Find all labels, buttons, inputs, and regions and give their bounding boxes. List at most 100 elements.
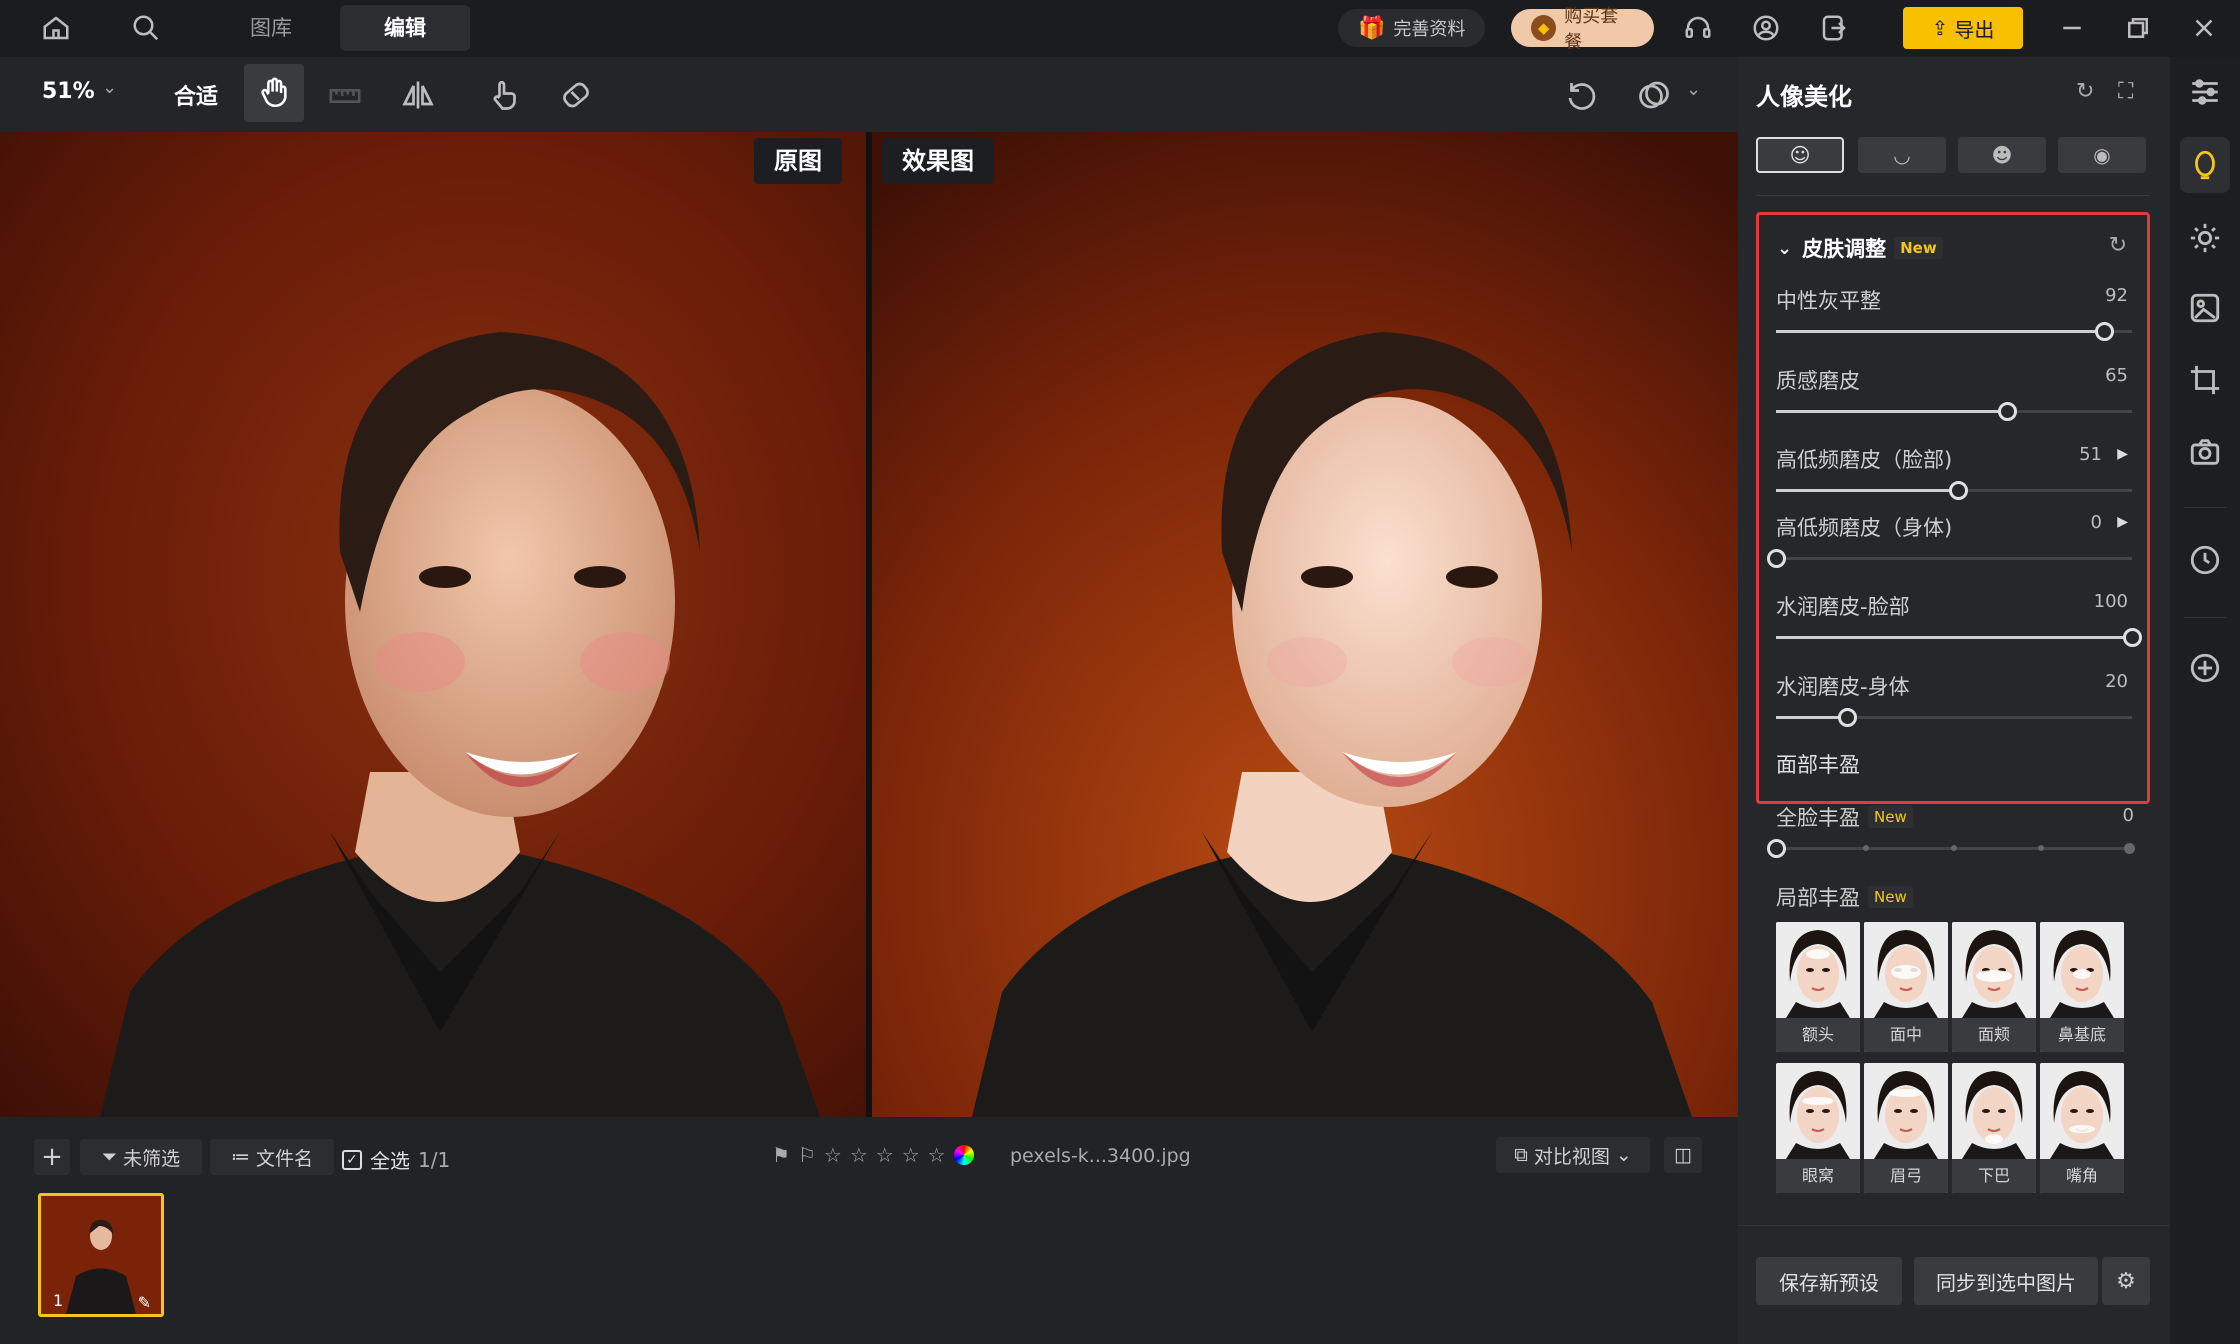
tab-edit[interactable]: 编辑 — [340, 5, 470, 51]
adjust-sliders-icon[interactable] — [2184, 71, 2226, 113]
select-all-checkbox[interactable]: ✓ 全选 1/1 — [342, 1145, 450, 1174]
search-icon[interactable] — [128, 10, 164, 46]
slider-track[interactable] — [1776, 628, 2142, 647]
restore-icon[interactable] — [2120, 10, 2156, 46]
tab-face-skin[interactable]: ☺ — [1756, 137, 1844, 173]
ruler-icon[interactable] — [328, 79, 362, 117]
full-face-fill-slider[interactable] — [1767, 839, 2135, 858]
local-fill-thumb[interactable]: 嘴角 — [2040, 1063, 2124, 1193]
settings-gear-icon[interactable]: ⚙ — [2102, 1257, 2150, 1305]
tab-library[interactable]: 图库 — [230, 5, 312, 51]
chevron-down-icon[interactable]: ⌄ — [102, 77, 117, 98]
tab-eyes[interactable]: ◉ — [2058, 137, 2146, 173]
split-divider[interactable] — [866, 132, 872, 1117]
fit-button[interactable]: 合适 — [174, 79, 218, 111]
eye-icon: ◉ — [2093, 143, 2111, 167]
flag-icon[interactable]: ⚑ — [772, 1143, 790, 1167]
star-icon[interactable]: ☆ — [902, 1143, 920, 1167]
logout-icon[interactable] — [1816, 10, 1852, 46]
local-fill-thumb[interactable]: 眉弓 — [1864, 1063, 1948, 1193]
chevron-down-icon: ⌄ — [1615, 1144, 1632, 1166]
slider-knob[interactable] — [1948, 481, 1968, 500]
slider-knob[interactable] — [2123, 628, 2142, 647]
star-icon[interactable]: ☆ — [876, 1143, 894, 1167]
slider-track[interactable] — [1776, 322, 2132, 341]
expand-arrow-icon[interactable]: ▶ — [2117, 446, 2128, 462]
portrait-icon[interactable] — [2180, 137, 2230, 193]
reset-icon[interactable]: ↻ — [2109, 233, 2127, 258]
slider-value[interactable]: 0 — [2091, 512, 2102, 533]
zoom-level[interactable]: 51% — [42, 79, 95, 104]
star-icon[interactable]: ☆ — [850, 1143, 868, 1167]
hand-tool-button[interactable] — [244, 64, 304, 122]
crop-icon[interactable] — [2184, 359, 2226, 401]
account-icon[interactable] — [1748, 10, 1784, 46]
slider-track[interactable] — [1776, 708, 2132, 727]
split-view-button[interactable]: ◫ — [1664, 1137, 1702, 1173]
buy-package-button[interactable]: ◆ 购买套餐 — [1511, 6, 1654, 53]
save-preset-button[interactable]: 保存新预设 — [1756, 1257, 1902, 1305]
slider-value[interactable]: 20 — [2105, 671, 2128, 692]
star-icon[interactable]: ☆ — [928, 1143, 946, 1167]
sun-icon[interactable] — [2184, 217, 2226, 259]
touch-icon[interactable] — [486, 77, 522, 117]
slider-track[interactable] — [1776, 481, 2132, 500]
reset-icon[interactable]: ↻ — [2076, 79, 2094, 104]
slider-knob[interactable] — [2094, 322, 2114, 341]
add-button[interactable]: + — [34, 1139, 70, 1175]
compare-view-dropdown[interactable]: ⧉ 对比视图 ⌄ — [1496, 1137, 1650, 1173]
chevron-down-icon[interactable]: ⌄ — [1686, 79, 1701, 100]
thumb-caption: 眼窝 — [1776, 1159, 1860, 1193]
local-fill-thumb[interactable]: 眼窝 — [1776, 1063, 1860, 1193]
slider-knob[interactable] — [1767, 839, 1786, 858]
slider-value[interactable]: 92 — [2105, 285, 2128, 306]
slider-knob[interactable] — [1767, 549, 1786, 568]
export-button[interactable]: ⇪ 导出 — [1903, 7, 2023, 49]
image-edit-icon[interactable] — [2184, 287, 2226, 329]
slider-value[interactable]: 100 — [2094, 591, 2128, 612]
minimize-icon[interactable] — [2054, 10, 2090, 46]
eraser-icon[interactable] — [558, 77, 594, 117]
add-circle-icon[interactable] — [2184, 647, 2226, 689]
face-scan-icon[interactable]: ⛶ — [2118, 79, 2133, 104]
local-fill-thumb[interactable]: 面中 — [1864, 922, 1948, 1052]
home-icon[interactable] — [38, 10, 74, 46]
tab-face-shape[interactable]: ☻ — [1958, 137, 2046, 173]
local-fill-thumb[interactable]: 额头 — [1776, 922, 1860, 1052]
thumb-caption: 面颊 — [1952, 1018, 2036, 1052]
sync-button[interactable]: 同步到选中图片 — [1914, 1257, 2098, 1305]
reject-flag-icon[interactable]: ⚐ — [798, 1143, 816, 1167]
local-fill-thumb[interactable]: 面颊 — [1952, 922, 2036, 1052]
slider-value[interactable]: 51 — [2079, 444, 2102, 465]
thumb-caption: 下巴 — [1952, 1159, 2036, 1193]
layers-icon[interactable] — [1636, 77, 1672, 117]
flip-icon[interactable] — [400, 77, 436, 117]
history-icon[interactable] — [2184, 539, 2226, 581]
upload-icon: ⇪ — [1931, 16, 1949, 40]
image-canvas[interactable] — [0, 132, 1738, 1117]
complete-profile-button[interactable]: 🎁 完善资料 — [1338, 9, 1486, 47]
tab-makeup[interactable]: ◡ — [1858, 137, 1946, 173]
slider-value[interactable]: 65 — [2105, 365, 2128, 386]
local-fill-thumb[interactable]: 鼻基底 — [2040, 922, 2124, 1052]
hand-icon — [261, 77, 287, 108]
slider-track[interactable] — [1767, 549, 2132, 568]
close-icon[interactable] — [2186, 10, 2222, 46]
filter-button[interactable]: ⏷ 未筛选 — [80, 1139, 202, 1175]
expand-arrow-icon[interactable]: ▶ — [2117, 514, 2128, 530]
slider-label: 质感磨皮 — [1776, 369, 1860, 393]
slider-track[interactable] — [1776, 402, 2132, 421]
filmstrip-thumbnail[interactable]: 1 ✎ — [38, 1193, 164, 1317]
local-fill-thumb[interactable]: 下巴 — [1952, 1063, 2036, 1193]
panel-title: 人像美化 — [1756, 83, 1852, 111]
skin-adjust-header[interactable]: ⌄ 皮肤调整 New — [1777, 233, 1943, 263]
camera-icon[interactable] — [2184, 431, 2226, 473]
star-icon[interactable]: ☆ — [824, 1143, 842, 1167]
undo-icon[interactable] — [1564, 77, 1600, 117]
portrait-beauty-panel: 人像美化 ↻ ⛶ ☺ ◡ ☻ ◉ ⌄ 皮肤调整 New ↻ 中性灰平整 92 质感磨… — [1738, 57, 2170, 1344]
color-label-icon[interactable] — [953, 1145, 974, 1165]
headset-icon[interactable] — [1680, 10, 1716, 46]
divider — [1756, 195, 2150, 196]
sort-button[interactable]: ≔ 文件名 — [210, 1139, 334, 1175]
filter-label: 未筛选 — [123, 1147, 181, 1170]
